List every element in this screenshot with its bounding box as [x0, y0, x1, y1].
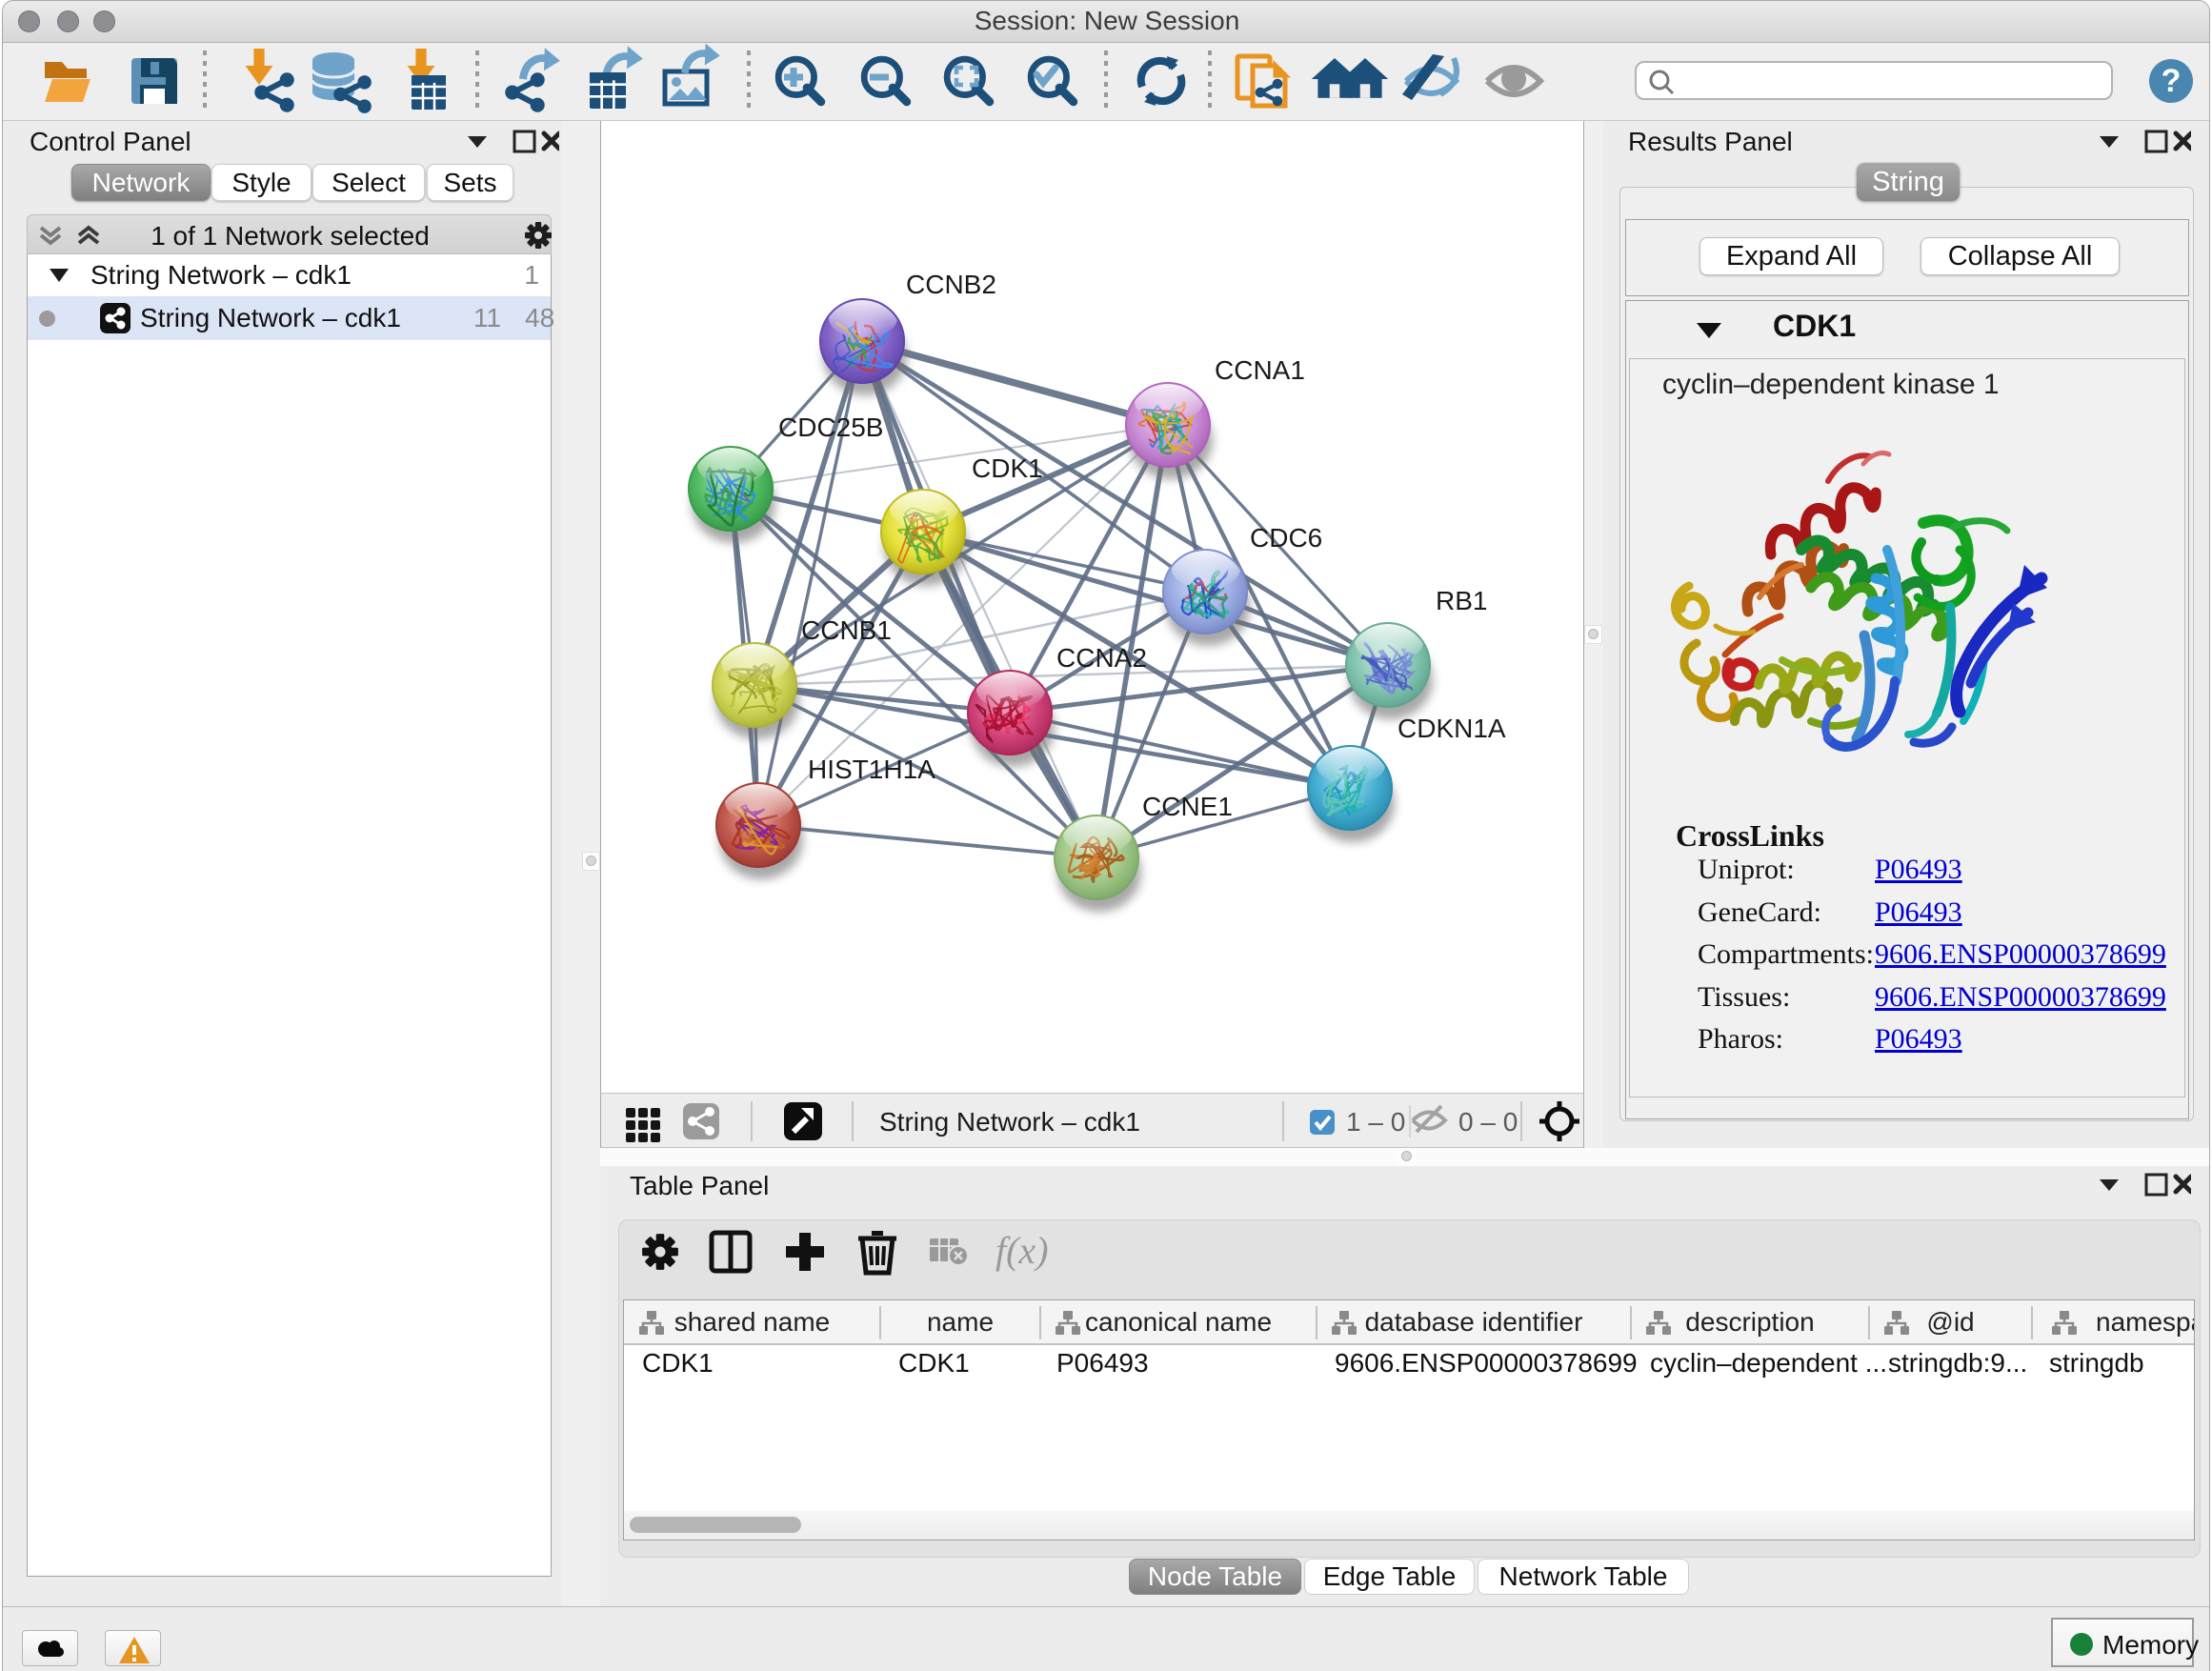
svg-text:1 – 0: 1 – 0	[1346, 1107, 1405, 1137]
svg-text:HIST1H1A: HIST1H1A	[808, 755, 935, 784]
svg-text:description: description	[1685, 1307, 1814, 1337]
svg-text:CCNA1: CCNA1	[1215, 355, 1305, 385]
svg-text:f(x): f(x)	[995, 1229, 1049, 1272]
svg-text:CDC6: CDC6	[1250, 523, 1322, 553]
svg-text:canonical name: canonical name	[1085, 1307, 1272, 1337]
svg-text:shared name: shared name	[674, 1307, 830, 1337]
svg-text:CCNA2: CCNA2	[1056, 643, 1147, 673]
svg-text:RB1: RB1	[1436, 586, 1487, 615]
svg-text:CCNE1: CCNE1	[1142, 792, 1233, 821]
svg-text:CDK1: CDK1	[972, 453, 1043, 483]
svg-text:CDKN1A: CDKN1A	[1398, 714, 1506, 743]
svg-text:CCNB1: CCNB1	[801, 615, 892, 645]
svg-text:String Network – cdk1: String Network – cdk1	[879, 1107, 1140, 1137]
svg-text:database identifier: database identifier	[1365, 1307, 1583, 1337]
svg-text:CDC25B: CDC25B	[778, 413, 883, 442]
svg-text:name: name	[927, 1307, 994, 1337]
svg-text:@id: @id	[1926, 1307, 1974, 1337]
svg-text:CCNB2: CCNB2	[906, 270, 996, 299]
svg-text:0 – 0: 0 – 0	[1458, 1107, 1518, 1137]
svg-text:namespace: namespace	[2096, 1307, 2194, 1337]
